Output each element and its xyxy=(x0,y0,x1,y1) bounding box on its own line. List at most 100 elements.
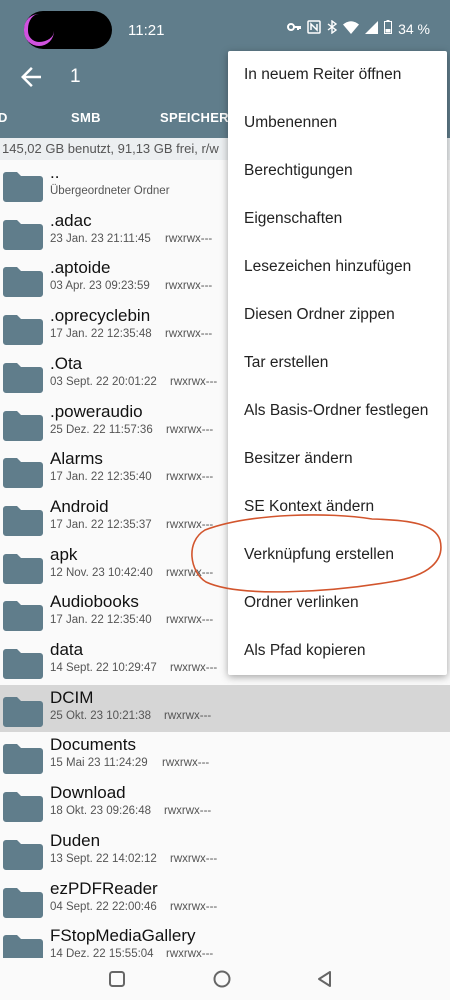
file-permissions: rwxrwx--- xyxy=(164,709,212,722)
signal-icon xyxy=(365,20,379,37)
recording-indicator-icon xyxy=(24,14,54,46)
key-icon xyxy=(287,20,302,37)
list-item[interactable]: Duden 13 Sept. 22 14:02:12 rwxrwx--- xyxy=(0,828,450,876)
file-name: Alarms xyxy=(50,449,103,469)
menu-item-link-folder[interactable]: Ordner verlinken xyxy=(244,594,359,612)
file-date: 17 Jan. 22 12:35:40 xyxy=(50,471,152,484)
list-item-selected[interactable]: DCIM 25 Okt. 23 10:21:38 rwxrwx--- xyxy=(0,684,450,733)
tab-smb[interactable]: SMB xyxy=(71,110,101,125)
menu-item-copy-as-path[interactable]: Als Pfad kopieren xyxy=(244,642,366,660)
file-date: 13 Sept. 22 14:02:12 xyxy=(50,852,157,865)
file-permissions: rwxrwx--- xyxy=(162,757,210,770)
folder-icon xyxy=(3,839,43,870)
folder-icon xyxy=(3,410,43,441)
file-permissions: rwxrwx--- xyxy=(170,662,218,674)
file-name: .adac xyxy=(50,210,92,230)
menu-item-zip-folder[interactable]: Diesen Ordner zippen xyxy=(244,306,395,324)
folder-icon xyxy=(3,553,43,584)
file-date: 17 Jan. 22 12:35:48 xyxy=(50,328,152,341)
folder-icon xyxy=(3,887,43,918)
nfc-icon xyxy=(307,20,321,37)
folder-icon xyxy=(3,649,43,679)
back-arrow-icon[interactable] xyxy=(16,62,46,92)
bluetooth-icon xyxy=(327,19,338,37)
file-name: .poweraudio xyxy=(50,401,143,421)
folder-icon xyxy=(3,458,43,489)
menu-item-permissions[interactable]: Berechtigungen xyxy=(244,162,353,180)
folder-icon xyxy=(3,267,43,298)
file-date: Übergeordneter Ordner xyxy=(50,185,170,197)
file-permissions: rwxrwx--- xyxy=(166,566,214,579)
file-permissions: rwxrwx--- xyxy=(166,948,214,958)
file-permissions: rwxrwx--- xyxy=(166,471,214,484)
file-name: .. xyxy=(50,163,60,182)
list-item[interactable]: Download 18 Okt. 23 09:26:48 rwxrwx--- xyxy=(0,780,450,828)
file-permissions: rwxrwx--- xyxy=(170,900,218,913)
file-date: 14 Sept. 22 10:29:47 xyxy=(50,662,157,674)
file-name: Android xyxy=(50,496,109,516)
file-name: apk xyxy=(50,544,78,564)
file-date: 25 Dez. 22 11:57:36 xyxy=(50,423,153,436)
folder-icon xyxy=(3,935,43,958)
file-permissions: rwxrwx--- xyxy=(165,328,213,341)
file-name: .oprecyclebin xyxy=(50,306,151,326)
file-name: data xyxy=(50,640,84,659)
menu-item-properties[interactable]: Eigenschaften xyxy=(244,210,342,228)
menu-item-create-shortcut[interactable]: Verknüpfung erstellen xyxy=(244,546,394,564)
file-permissions: rwxrwx--- xyxy=(165,280,213,293)
list-item[interactable]: FStopMediaGallery 14 Dez. 22 15:55:04 rw… xyxy=(0,923,450,958)
file-permissions: rwxrwx--- xyxy=(170,852,218,865)
folder-icon xyxy=(3,792,43,823)
menu-item-rename[interactable]: Umbenennen xyxy=(244,114,337,132)
back-icon[interactable] xyxy=(314,968,336,990)
list-item[interactable]: ezPDFReader 04 Sept. 22 22:00:46 rwxrwx-… xyxy=(0,876,450,924)
menu-item-add-bookmark[interactable]: Lesezeichen hinzufügen xyxy=(244,258,411,276)
folder-icon xyxy=(3,601,43,632)
folder-icon xyxy=(3,219,43,250)
file-name: .Ota xyxy=(50,353,83,373)
folder-icon xyxy=(3,696,43,727)
tab-d[interactable]: D xyxy=(0,110,8,125)
file-date: 17 Jan. 22 12:35:40 xyxy=(50,614,152,627)
status-icons: 34 % xyxy=(287,19,430,37)
clock: 11:21 xyxy=(128,22,165,39)
file-name: DCIM xyxy=(50,687,94,707)
list-item[interactable]: Documents 15 Mai 23 11:24:29 rwxrwx--- xyxy=(0,732,450,780)
menu-item-create-tar[interactable]: Tar erstellen xyxy=(244,354,328,372)
folder-icon xyxy=(3,744,43,775)
recent-apps-icon[interactable] xyxy=(106,968,128,990)
file-date: 25 Okt. 23 10:21:38 xyxy=(50,709,152,722)
file-name: Download xyxy=(50,783,126,803)
file-date: 14 Dez. 22 15:55:04 xyxy=(50,948,154,958)
folder-icon xyxy=(3,362,43,393)
file-date: 18 Okt. 23 09:26:48 xyxy=(50,805,152,818)
file-permissions: rwxrwx--- xyxy=(164,805,212,818)
file-date: 23 Jan. 23 21:11:45 xyxy=(50,232,151,245)
battery-level: 34 % xyxy=(398,20,430,37)
menu-item-open-new-tab[interactable]: In neuem Reiter öffnen xyxy=(244,66,401,84)
current-path: 1 xyxy=(70,66,81,87)
file-date: 15 Mai 23 11:24:29 xyxy=(50,757,148,770)
file-date: 17 Jan. 22 12:35:37 xyxy=(50,518,152,531)
menu-item-change-se-context[interactable]: SE Kontext ändern xyxy=(244,498,374,516)
file-name: ezPDFReader xyxy=(50,878,158,898)
folder-icon xyxy=(3,315,43,346)
file-name: FStopMediaGallery xyxy=(50,926,196,946)
menu-item-change-owner[interactable]: Besitzer ändern xyxy=(244,450,353,468)
file-permissions: rwxrwx--- xyxy=(166,614,214,627)
menu-item-set-base-folder[interactable]: Als Basis-Ordner festlegen xyxy=(244,402,428,420)
file-name: Documents xyxy=(50,735,136,755)
file-name: Duden xyxy=(50,830,101,850)
folder-icon xyxy=(3,172,43,202)
home-icon[interactable] xyxy=(211,968,233,990)
file-date: 04 Sept. 22 22:00:46 xyxy=(50,900,157,913)
tab-speicher[interactable]: SPEICHER xyxy=(160,110,229,125)
file-name: .aptoide xyxy=(50,258,111,278)
file-permissions: rwxrwx--- xyxy=(165,232,213,245)
file-permissions: rwxrwx--- xyxy=(170,375,218,388)
file-permissions: rwxrwx--- xyxy=(166,518,214,531)
file-date: 12 Nov. 23 10:42:40 xyxy=(50,566,153,579)
context-menu: In neuem Reiter öffnen Umbenennen Berech… xyxy=(228,51,447,675)
wifi-icon xyxy=(343,20,360,37)
battery-icon xyxy=(384,20,393,37)
